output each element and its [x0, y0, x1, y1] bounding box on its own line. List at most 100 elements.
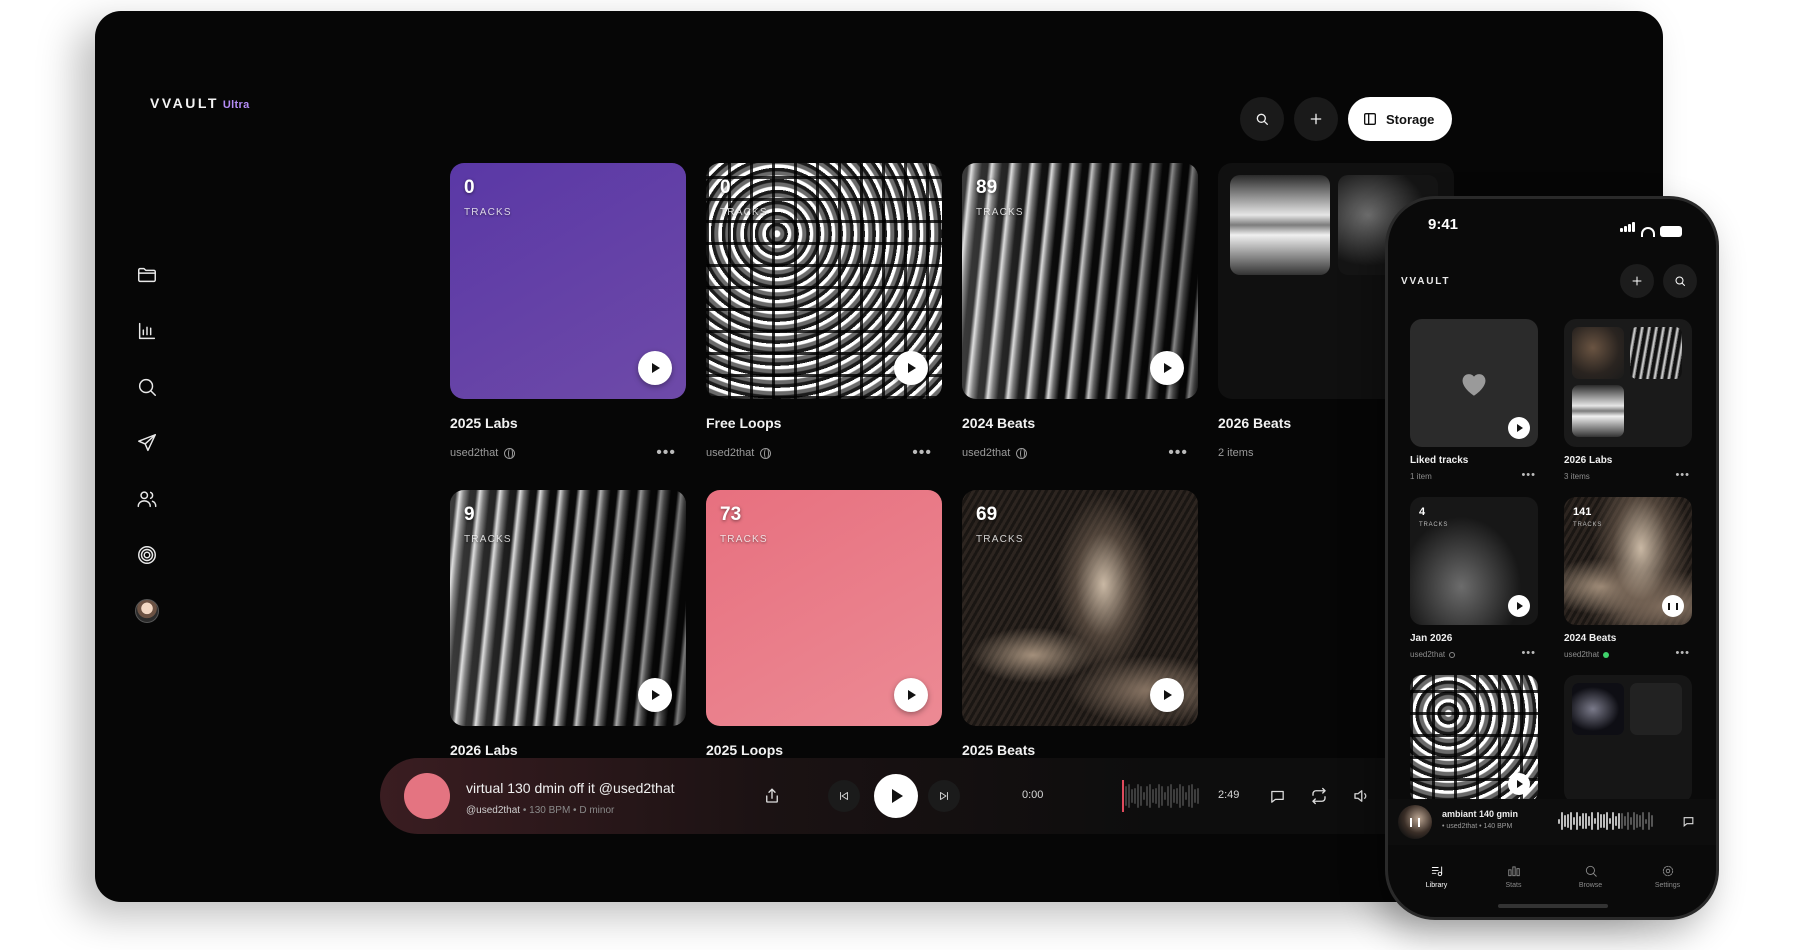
mobile-add-button[interactable]	[1620, 264, 1654, 298]
sidebar-item-stats[interactable]	[135, 319, 159, 343]
now-playing-artist[interactable]: @used2that	[466, 805, 520, 816]
share-button[interactable]	[760, 784, 784, 808]
collection-title: 2026 Labs	[450, 742, 518, 758]
more-icon[interactable]: •••	[1675, 647, 1690, 659]
collection-card[interactable]: 89 TRACKS 2024 Beats used2that •••	[962, 163, 1198, 462]
item-count: 3 items	[1564, 472, 1590, 481]
liked-tracks-card[interactable]: Liked tracks 1 item •••	[1410, 319, 1538, 481]
collection-cover[interactable]	[1410, 675, 1538, 803]
collection-cover[interactable]: 4 TRACKS	[1410, 497, 1538, 625]
more-icon[interactable]: •••	[912, 444, 932, 462]
waveform-bar	[1176, 788, 1178, 804]
playhead[interactable]	[1122, 780, 1124, 812]
collection-card[interactable]: 0 TRACKS Free Loops used2that •••	[706, 163, 942, 462]
collection-owner[interactable]: used2that	[450, 447, 498, 459]
collection-cover[interactable]: 73 TRACKS	[706, 490, 942, 726]
collection-cover[interactable]: 0 TRACKS	[450, 163, 686, 399]
card-title: 2026 Labs	[1564, 455, 1613, 466]
play-button[interactable]	[638, 678, 672, 712]
folder-cover[interactable]	[1564, 319, 1692, 447]
more-icon[interactable]: •••	[1168, 444, 1188, 462]
collection-card[interactable]: 0 TRACKS 2025 Labs used2that •••	[450, 163, 686, 462]
owner[interactable]: used2that	[1564, 650, 1599, 659]
play-button[interactable]	[1508, 417, 1530, 439]
waveform-bar	[1582, 812, 1584, 830]
waveform-scrubber[interactable]	[1122, 783, 1202, 809]
search-icon	[1256, 113, 1268, 125]
search-button[interactable]	[1240, 97, 1284, 141]
waveform-bar	[1609, 817, 1611, 825]
now-playing-artwork[interactable]	[404, 773, 450, 819]
folder-card[interactable]: 2026 Labs 3 items •••	[1564, 319, 1692, 481]
add-button[interactable]	[1294, 97, 1338, 141]
next-button[interactable]	[928, 780, 960, 812]
sidebar-item-goals[interactable]	[135, 543, 159, 567]
folder-card[interactable]	[1564, 675, 1692, 803]
collection-cover[interactable]: 0 TRACKS	[706, 163, 942, 399]
collection-card[interactable]: 69 TRACKS 2025 Beats	[962, 490, 1198, 758]
tab-library[interactable]: Library	[1407, 864, 1467, 889]
collection-owner[interactable]: used2that	[962, 447, 1010, 459]
waveform-bar	[1140, 785, 1142, 807]
collection-cover[interactable]: 69 TRACKS	[962, 490, 1198, 726]
play-button[interactable]	[1150, 678, 1184, 712]
tab-stats[interactable]: Stats	[1484, 864, 1544, 889]
play-button[interactable]	[1150, 351, 1184, 385]
now-playing-title[interactable]: ambiant 140 gmin	[1442, 809, 1518, 819]
mobile-waveform[interactable]	[1558, 811, 1653, 831]
now-playing-artwork[interactable]	[1398, 805, 1432, 839]
more-icon[interactable]: •••	[656, 444, 676, 462]
collection-card[interactable]	[1410, 675, 1538, 803]
volume-icon	[1354, 790, 1367, 802]
more-icon[interactable]: •••	[1521, 469, 1536, 481]
item-count: 1 item	[1410, 472, 1432, 481]
target-icon	[138, 546, 156, 564]
sidebar-item-search[interactable]	[135, 375, 159, 399]
collection-card[interactable]: 141 TRACKS 2024 Beats used2that •••	[1564, 497, 1692, 659]
collection-card[interactable]: 73 TRACKS 2025 Loops	[706, 490, 942, 758]
folder-cover[interactable]	[1564, 675, 1692, 803]
mobile-search-button[interactable]	[1663, 264, 1697, 298]
owner[interactable]: used2that	[1410, 650, 1445, 659]
play-button[interactable]	[1508, 595, 1530, 617]
collection-card[interactable]: 9 TRACKS 2026 Labs	[450, 490, 686, 758]
tab-settings[interactable]: Settings	[1638, 864, 1698, 889]
collection-owner[interactable]: used2that	[706, 447, 754, 459]
play-pause-button[interactable]	[874, 774, 918, 818]
play-button[interactable]	[1508, 773, 1530, 795]
now-playing-title[interactable]: virtual 130 dmin off it @used2that	[466, 780, 675, 796]
storage-button[interactable]: Storage	[1348, 97, 1453, 141]
sidebar-item-contacts[interactable]	[135, 487, 159, 511]
tab-browse[interactable]: Browse	[1561, 864, 1621, 889]
repeat-button[interactable]	[1308, 785, 1330, 807]
more-icon[interactable]: •••	[1521, 647, 1536, 659]
folder-item-count: 2 items	[1218, 447, 1254, 459]
globe-icon	[1016, 447, 1028, 459]
more-icon[interactable]: •••	[1675, 469, 1690, 481]
sidebar-item-library[interactable]	[135, 263, 159, 287]
collection-cover[interactable]: 89 TRACKS	[962, 163, 1198, 399]
liked-tracks-cover[interactable]	[1410, 319, 1538, 447]
sidebar-item-send[interactable]	[135, 431, 159, 455]
play-button[interactable]	[638, 351, 672, 385]
play-button[interactable]	[894, 678, 928, 712]
avatar	[135, 599, 159, 623]
waveform-bar	[1134, 788, 1136, 804]
waveform-bar	[1173, 788, 1175, 804]
comment-icon[interactable]	[1682, 815, 1695, 828]
tab-label: Stats	[1505, 882, 1522, 889]
comments-button[interactable]	[1266, 785, 1288, 807]
tab-label: Settings	[1654, 882, 1681, 889]
pause-button[interactable]	[1662, 595, 1684, 617]
sidebar-item-profile[interactable]	[135, 599, 159, 623]
collection-cover[interactable]: 141 TRACKS	[1564, 497, 1692, 625]
track-count: 0	[720, 177, 731, 198]
mobile-tab-bar: Library Stats Browse Settings	[1388, 864, 1716, 889]
previous-button[interactable]	[828, 780, 860, 812]
collection-cover[interactable]: 9 TRACKS	[450, 490, 686, 726]
collection-card[interactable]: 4 TRACKS Jan 2026 used2that •••	[1410, 497, 1538, 659]
app-brand[interactable]: VVAULT Ultra	[150, 95, 249, 111]
track-count: 4	[1419, 506, 1426, 518]
play-button[interactable]	[894, 351, 928, 385]
volume-button[interactable]	[1350, 785, 1372, 807]
